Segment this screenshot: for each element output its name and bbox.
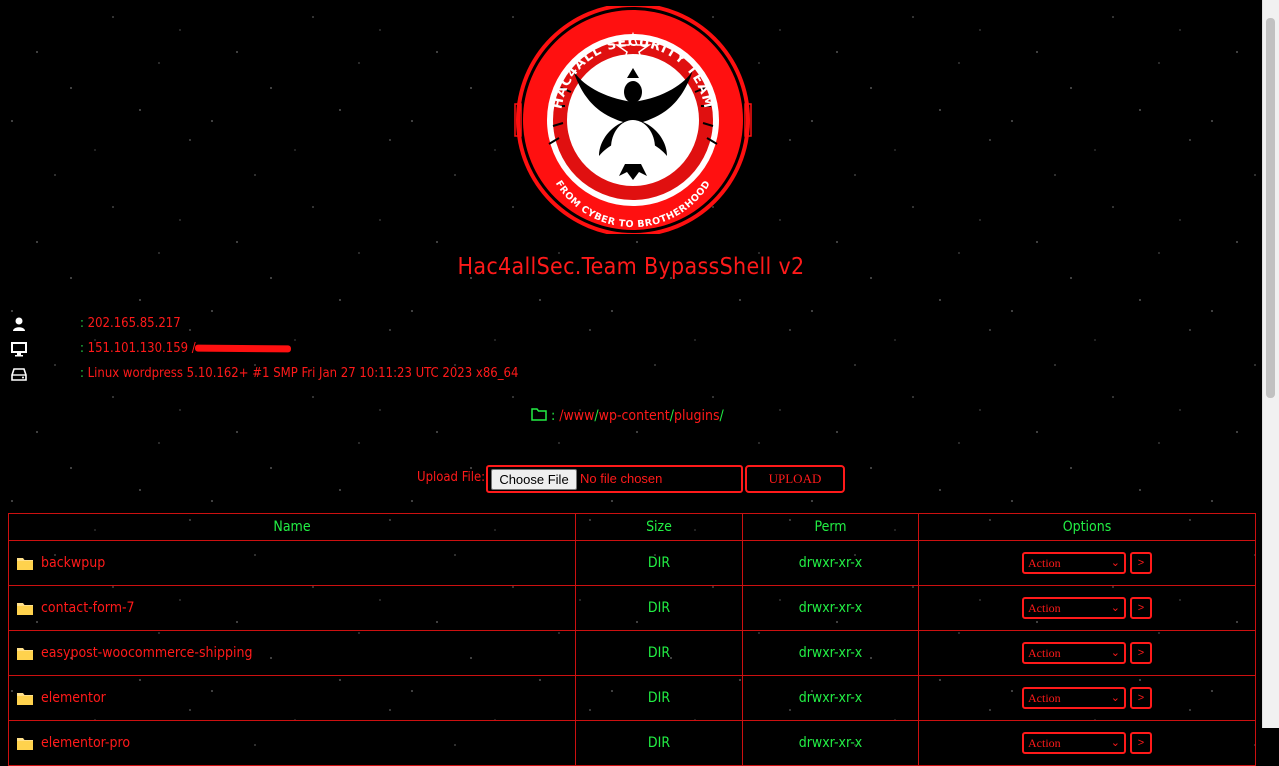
action-select[interactable]: Action ⌄ — [1022, 687, 1126, 709]
action-select-value: Action — [1028, 646, 1061, 660]
table-row: easypost-woocommerce-shipping DIR drwxr-xr… — [8, 630, 1256, 676]
file-perm[interactable]: drwxr-xr-x — [742, 540, 919, 586]
breadcrumb-separator: : — [551, 408, 556, 424]
file-options: Action ⌄ > — [918, 540, 1256, 586]
action-select[interactable]: Action ⌄ — [1022, 552, 1126, 574]
file-name-cell: contact-form-7 — [8, 585, 576, 631]
file-options: Action ⌄ > — [918, 720, 1256, 766]
file-size: DIR — [575, 540, 743, 586]
file-size: DIR — [575, 630, 743, 676]
file-name-link[interactable]: elementor-pro — [41, 735, 130, 751]
file-name-cell: backwpup — [8, 540, 576, 586]
file-options: Action ⌄ > — [918, 675, 1256, 721]
page-title: Hac4allSec.Team BypassShell v2 — [457, 254, 805, 280]
file-table: Name Size Perm Options backwpup DIR drwxr-… — [8, 513, 1256, 766]
chevron-down-icon: ⌄ — [1110, 602, 1120, 614]
file-status: No file chosen — [580, 471, 663, 486]
file-name-cell: elementor-pro — [8, 720, 576, 766]
server-ip: 151.101.130.159 / — [87, 341, 196, 356]
file-perm[interactable]: drwxr-xr-x — [742, 675, 919, 721]
table-header-row: Name Size Perm Options — [8, 513, 1256, 541]
file-perm[interactable]: drwxr-xr-x — [742, 720, 919, 766]
file-name-link[interactable]: backwpup — [41, 555, 105, 571]
file-options: Action ⌄ > — [918, 630, 1256, 676]
file-size: DIR — [575, 585, 743, 631]
go-button[interactable]: > — [1130, 732, 1152, 754]
folder-icon — [17, 692, 33, 705]
breadcrumb-slash: / — [719, 408, 724, 424]
column-header-options[interactable]: Options — [918, 513, 1256, 541]
table-row: contact-form-7 DIR drwxr-xr-x Action ⌄ > — [8, 585, 1256, 631]
hard-drive-icon — [11, 368, 27, 381]
chevron-down-icon: ⌄ — [1110, 737, 1120, 749]
file-size: DIR — [575, 720, 743, 766]
action-select[interactable]: Action ⌄ — [1022, 732, 1126, 754]
separator: : — [80, 341, 84, 356]
column-header-size[interactable]: Size — [575, 513, 743, 541]
chevron-down-icon: ⌄ — [1110, 692, 1120, 704]
go-button[interactable]: > — [1130, 687, 1152, 709]
team-logo: HAC4ALL SECURITY TEAM FROM CYBER TO BROT… — [514, 6, 752, 234]
go-button[interactable]: > — [1130, 552, 1152, 574]
file-input[interactable]: Choose File No file chosen — [486, 465, 743, 493]
choose-file-button[interactable]: Choose File — [491, 469, 577, 490]
folder-icon — [17, 737, 33, 750]
desktop-icon — [11, 342, 27, 357]
folder-icon — [17, 602, 33, 615]
chevron-down-icon: ⌄ — [1110, 647, 1120, 659]
table-row: backwpup DIR drwxr-xr-x Action ⌄ > — [8, 540, 1256, 586]
user-ip: 202.165.85.217 — [87, 316, 181, 331]
redaction-mark — [194, 344, 292, 353]
file-perm[interactable]: drwxr-xr-x — [742, 585, 919, 631]
chevron-down-icon: ⌄ — [1110, 557, 1120, 569]
file-name-cell: elementor — [8, 675, 576, 721]
action-select-value: Action — [1028, 556, 1061, 570]
action-select[interactable]: Action ⌄ — [1022, 597, 1126, 619]
breadcrumb-wp-content[interactable]: wp-content — [599, 408, 670, 424]
upload-label: Upload File: — [417, 470, 486, 485]
folder-icon — [17, 647, 33, 660]
action-select[interactable]: Action ⌄ — [1022, 642, 1126, 664]
scrollbar-thumb[interactable] — [1266, 18, 1275, 398]
file-name-cell: easypost-woocommerce-shipping — [8, 630, 576, 676]
file-name-link[interactable]: elementor — [41, 690, 106, 706]
system-info: Linux wordpress 5.10.162+ #1 SMP Fri Jan… — [87, 366, 519, 381]
user-icon — [13, 317, 25, 331]
upload-button[interactable]: UPLOAD — [745, 465, 845, 493]
breadcrumb: : /www/wp-content/plugins/ — [531, 408, 724, 424]
go-button[interactable]: > — [1130, 597, 1152, 619]
column-header-name[interactable]: Name — [8, 513, 576, 541]
action-select-value: Action — [1028, 601, 1061, 615]
action-select-value: Action — [1028, 736, 1061, 750]
breadcrumb-www[interactable]: www — [564, 408, 595, 424]
table-row: elementor-pro DIR drwxr-xr-x Action ⌄ > — [8, 720, 1256, 766]
folder-icon — [17, 557, 33, 570]
table-row: elementor DIR drwxr-xr-x Action ⌄ > — [8, 675, 1256, 721]
file-options: Action ⌄ > — [918, 585, 1256, 631]
file-perm[interactable]: drwxr-xr-x — [742, 630, 919, 676]
file-size: DIR — [575, 675, 743, 721]
separator: : — [80, 366, 84, 381]
separator: : — [80, 316, 84, 331]
go-button[interactable]: > — [1130, 642, 1152, 664]
breadcrumb-plugins[interactable]: plugins — [674, 408, 720, 424]
file-name-link[interactable]: easypost-woocommerce-shipping — [41, 645, 252, 661]
file-name-link[interactable]: contact-form-7 — [41, 600, 135, 616]
folder-open-icon — [531, 408, 547, 421]
action-select-value: Action — [1028, 691, 1061, 705]
column-header-perm[interactable]: Perm — [742, 513, 919, 541]
